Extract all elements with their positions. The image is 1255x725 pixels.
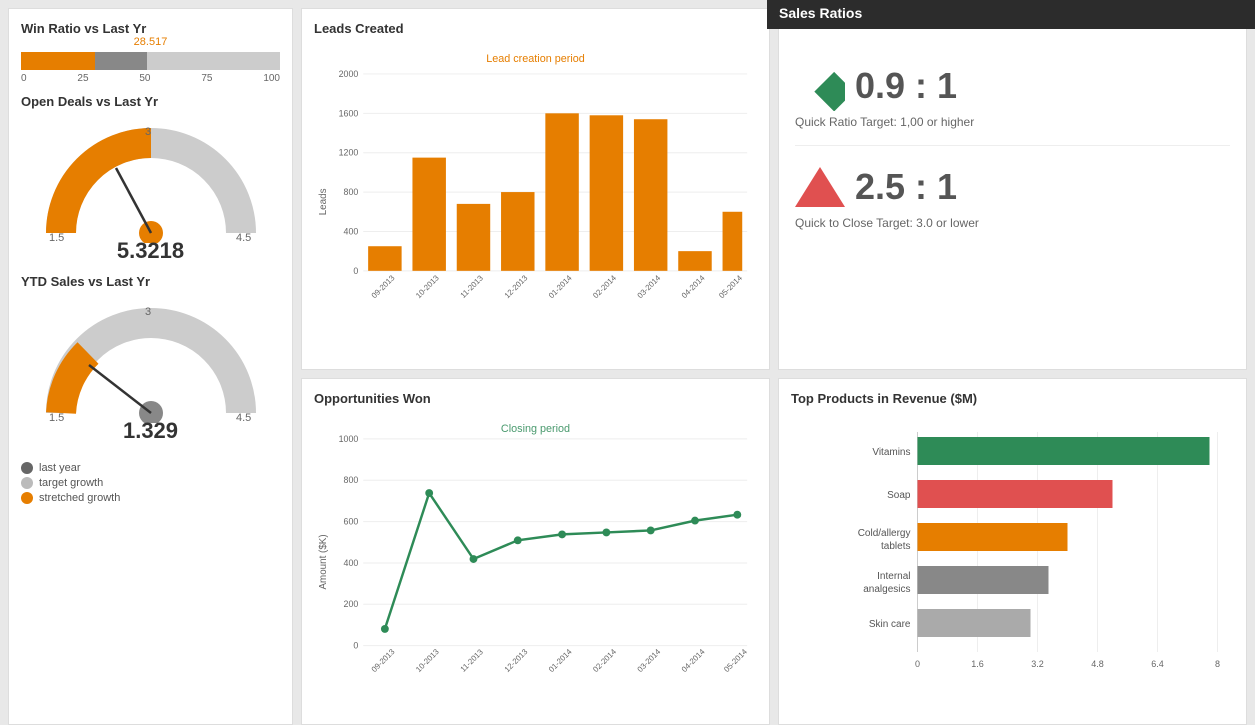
quick-close-desc: Quick to Close Target: 3.0 or lower [795, 216, 1230, 230]
svg-text:Internal: Internal [877, 571, 910, 582]
svg-text:04-2014: 04-2014 [680, 273, 707, 300]
svg-text:Closing period: Closing period [501, 423, 570, 435]
svg-text:0: 0 [353, 266, 358, 276]
svg-text:1.6: 1.6 [971, 659, 984, 669]
svg-text:10-2013: 10-2013 [414, 647, 441, 674]
svg-text:3: 3 [145, 306, 151, 318]
svg-text:tablets: tablets [881, 541, 910, 552]
legend-item-last-year: last year [21, 462, 280, 474]
legend-item-target-growth: target growth [21, 477, 280, 489]
dashboard: Win Ratio vs Last Yr 28.517 0 25 50 75 1… [0, 0, 1255, 721]
win-ratio-value: 28.517 [21, 36, 280, 48]
svg-text:11-2013: 11-2013 [459, 647, 486, 674]
sales-ratios-title: Sales Ratios [767, 0, 1255, 29]
legend-label-stretched-growth: stretched growth [39, 492, 120, 504]
left-column: Win Ratio vs Last Yr 28.517 0 25 50 75 1… [8, 8, 293, 725]
svg-text:02-2014: 02-2014 [591, 647, 618, 674]
opportunities-won-chart: Closing period Amount ($K) 1000 800 600 … [314, 412, 757, 707]
legend-label-last-year: last year [39, 462, 81, 474]
svg-text:03-2014: 03-2014 [636, 273, 663, 300]
legend: last year target growth stretched growth [21, 462, 280, 507]
svg-text:800: 800 [344, 475, 359, 485]
quick-ratio-desc: Quick Ratio Target: 1,00 or higher [795, 115, 1230, 129]
svg-text:0: 0 [353, 641, 358, 651]
win-ratio-axis: 0 25 50 75 100 [21, 73, 280, 84]
svg-text:800: 800 [344, 187, 359, 197]
quick-ratio-item: 0.9 : 1 Quick Ratio Target: 1,00 or high… [795, 61, 1230, 129]
top-products-title: Top Products in Revenue ($M) [791, 391, 1234, 406]
ytd-sales-section: YTD Sales vs Last Yr 1.5 3 4.5 [21, 274, 280, 444]
svg-text:4.5: 4.5 [236, 412, 251, 423]
svg-text:09-2013: 09-2013 [370, 647, 397, 674]
legend-dot-stretched-growth [21, 492, 33, 504]
top-products-panel: Top Products in Revenue ($M) 0 1.6 3.2 4… [778, 378, 1247, 725]
svg-text:12-2013: 12-2013 [503, 647, 530, 674]
svg-text:2000: 2000 [339, 69, 359, 79]
svg-text:01-2014: 01-2014 [547, 647, 574, 674]
quick-ratio-main: 0.9 : 1 [795, 61, 1230, 111]
legend-item-stretched-growth: stretched growth [21, 492, 280, 504]
svg-text:Vitamins: Vitamins [872, 447, 910, 458]
svg-text:4.8: 4.8 [1091, 659, 1104, 669]
open-deals-title: Open Deals vs Last Yr [21, 94, 280, 109]
svg-text:Cold/allergy: Cold/allergy [858, 528, 911, 539]
sales-ratios-panel: Sales Ratios 0.9 : 1 Quick Ratio Target:… [778, 8, 1247, 370]
opportunities-won-panel: Opportunities Won Closing period Amount … [301, 378, 770, 725]
svg-text:200: 200 [344, 599, 359, 609]
svg-text:02-2014: 02-2014 [591, 273, 618, 300]
svg-text:10-2013: 10-2013 [414, 273, 441, 300]
svg-text:1.5: 1.5 [49, 232, 64, 243]
win-ratio-title: Win Ratio vs Last Yr [21, 21, 280, 36]
svg-text:04-2014: 04-2014 [680, 647, 707, 674]
legend-label-target-growth: target growth [39, 477, 103, 489]
legend-dot-target-growth [21, 477, 33, 489]
svg-text:03-2014: 03-2014 [636, 647, 663, 674]
svg-text:Soap: Soap [887, 490, 911, 501]
win-ratio-orange-bar [21, 52, 95, 70]
quick-ratio-value: 0.9 : 1 [855, 65, 957, 107]
svg-text:3.2: 3.2 [1031, 659, 1044, 669]
svg-text:0: 0 [915, 659, 920, 669]
svg-text:3: 3 [145, 126, 151, 138]
svg-text:1600: 1600 [339, 108, 359, 118]
win-ratio-bar [21, 52, 280, 70]
svg-text:8: 8 [1215, 659, 1220, 669]
svg-text:01-2014: 01-2014 [547, 273, 574, 300]
open-deals-gauge-svg: 1.5 3 4.5 0 6 [41, 113, 261, 243]
svg-text:05-2014: 05-2014 [717, 273, 744, 300]
svg-text:Leads: Leads [318, 188, 329, 215]
svg-text:1200: 1200 [339, 148, 359, 158]
open-deals-section: Open Deals vs Last Yr 1.5 3 4.5 [21, 94, 280, 264]
svg-text:Lead creation period: Lead creation period [486, 53, 585, 65]
svg-text:05-2014: 05-2014 [722, 647, 749, 674]
svg-text:600: 600 [344, 517, 359, 527]
svg-text:6.4: 6.4 [1151, 659, 1164, 669]
legend-dot-last-year [21, 462, 33, 474]
ytd-sales-gauge-svg: 1.5 3 4.5 0 6 [41, 293, 261, 423]
win-ratio-section: Win Ratio vs Last Yr 28.517 0 25 50 75 1… [21, 21, 280, 84]
leads-created-panel: Leads Created Lead creation period Leads… [301, 8, 770, 370]
svg-text:Skin care: Skin care [869, 619, 911, 630]
ytd-sales-title: YTD Sales vs Last Yr [21, 274, 280, 289]
svg-text:12-2013: 12-2013 [503, 273, 530, 300]
svg-text:400: 400 [344, 226, 359, 236]
quick-close-item: 2.5 : 1 Quick to Close Target: 3.0 or lo… [795, 162, 1230, 230]
svg-text:4.5: 4.5 [236, 232, 251, 243]
svg-text:400: 400 [344, 558, 359, 568]
svg-text:1.5: 1.5 [49, 412, 64, 423]
quick-close-ratio-value: 2.5 : 1 [855, 166, 957, 208]
triangle-icon [795, 162, 845, 212]
svg-text:analgesics: analgesics [863, 584, 910, 595]
svg-text:11-2013: 11-2013 [459, 273, 486, 300]
svg-text:Amount ($K): Amount ($K) [318, 534, 329, 589]
top-products-chart: 0 1.6 3.2 4.8 6.4 8 Vitamins Soap Cold/a… [791, 412, 1234, 707]
leads-created-chart: Lead creation period Leads 2000 1600 120… [314, 42, 757, 352]
svg-text:09-2013: 09-2013 [370, 273, 397, 300]
svg-text:1000: 1000 [339, 434, 359, 444]
diamond-icon [795, 61, 845, 111]
leads-created-title: Leads Created [314, 21, 757, 36]
opportunities-won-title: Opportunities Won [314, 391, 757, 406]
quick-close-main: 2.5 : 1 [795, 162, 1230, 212]
